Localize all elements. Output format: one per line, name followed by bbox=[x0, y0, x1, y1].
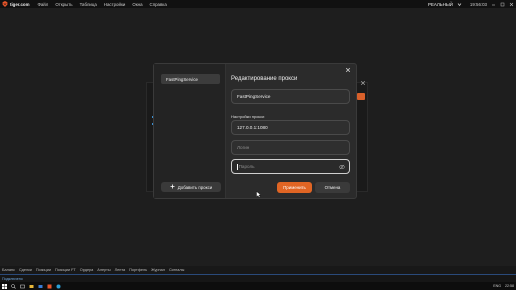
menu-file[interactable]: Файл bbox=[38, 2, 49, 7]
app-icon-3[interactable] bbox=[56, 284, 61, 289]
close-window-icon[interactable] bbox=[509, 2, 514, 7]
clock: 19:56:03 bbox=[469, 1, 487, 7]
menu-table[interactable]: Таблица bbox=[80, 2, 97, 7]
tab-orders[interactable]: Ордера bbox=[80, 268, 94, 272]
top-right-area: РЕАЛЬНЫЙ 19:56:03 bbox=[428, 0, 514, 8]
tab-signals[interactable]: Сигналы bbox=[169, 268, 184, 272]
proxy-address-field[interactable]: 127.0.0.1:1080 bbox=[231, 120, 350, 135]
task-view-icon[interactable] bbox=[20, 284, 25, 289]
search-icon[interactable] bbox=[11, 283, 16, 289]
login-field[interactable]: Логин bbox=[231, 140, 350, 155]
proxy-settings-label: Настройки прокси bbox=[231, 114, 265, 119]
bottom-tab-bar: Баланс Сделки Позиции Позиции FT Ордера … bbox=[0, 266, 516, 274]
login-placeholder: Логин bbox=[237, 145, 250, 150]
system-tray: ENG 22:58 bbox=[493, 282, 514, 290]
account-selector[interactable]: РЕАЛЬНЫЙ bbox=[428, 2, 453, 7]
menu-windows[interactable]: Окна bbox=[132, 2, 142, 7]
tab-portfolio[interactable]: Портфель bbox=[129, 268, 147, 272]
tab-journal[interactable]: Журнал bbox=[151, 268, 165, 272]
tab-positions[interactable]: Позиции bbox=[36, 268, 51, 272]
file-explorer-icon[interactable] bbox=[29, 284, 34, 289]
cancel-button[interactable]: Отмена bbox=[315, 182, 350, 193]
close-icon[interactable] bbox=[345, 67, 351, 73]
os-taskbar: ENG 22:58 bbox=[0, 282, 516, 290]
password-field[interactable]: Пароль bbox=[231, 159, 350, 174]
tab-alerts[interactable]: Алерты bbox=[97, 268, 110, 272]
mouse-cursor-icon bbox=[256, 185, 262, 203]
tray-time[interactable]: 22:58 bbox=[505, 284, 514, 288]
proxy-list-panel: FastPingService Добавить прокси bbox=[154, 64, 226, 198]
plus-icon bbox=[170, 184, 175, 191]
proxy-edit-dialog: FastPingService Добавить прокси Редактир… bbox=[153, 63, 357, 199]
proxy-name-value: FastPingService bbox=[237, 94, 271, 99]
minimize-icon[interactable] bbox=[491, 2, 496, 7]
eye-icon[interactable] bbox=[339, 164, 345, 170]
chevron-down-icon[interactable] bbox=[457, 2, 462, 7]
tab-feed[interactable]: Лента bbox=[115, 268, 126, 272]
add-proxy-label: Добавить прокси bbox=[177, 184, 213, 190]
app-icon-1[interactable] bbox=[38, 284, 43, 289]
proxy-address-value: 127.0.0.1:1080 bbox=[237, 125, 268, 130]
maximize-icon[interactable] bbox=[500, 2, 505, 7]
top-menu-bar: tiger.com Файл Открыть Таблица Настройки… bbox=[0, 0, 516, 8]
add-proxy-button[interactable]: Добавить прокси bbox=[161, 182, 221, 192]
menu-help[interactable]: Справка bbox=[150, 2, 167, 7]
dialog-title: Редактирование прокси bbox=[231, 76, 298, 82]
menu-settings[interactable]: Настройки bbox=[104, 2, 126, 7]
password-placeholder: Пароль bbox=[238, 164, 255, 169]
connection-status: Подключено bbox=[0, 274, 516, 282]
background-window-button bbox=[357, 93, 365, 100]
brand-name: tiger.com bbox=[10, 1, 30, 7]
connection-status-text: Подключено bbox=[2, 276, 23, 281]
apply-button[interactable]: Применить bbox=[277, 182, 312, 193]
background-close-icon bbox=[360, 80, 366, 88]
proxy-list-item[interactable]: FastPingService bbox=[161, 74, 220, 84]
text-caret bbox=[237, 163, 238, 170]
tray-lang[interactable]: ENG bbox=[493, 284, 501, 288]
tiger-logo-icon bbox=[2, 1, 8, 7]
tab-deals[interactable]: Сделки bbox=[19, 268, 32, 272]
tab-balance[interactable]: Баланс bbox=[2, 268, 15, 272]
proxy-name-field[interactable]: FastPingService bbox=[231, 89, 350, 104]
tab-positions-ft[interactable]: Позиции FT bbox=[55, 268, 76, 272]
menu-open[interactable]: Открыть bbox=[55, 2, 72, 7]
app-icon-2[interactable] bbox=[47, 284, 52, 289]
windows-start-icon[interactable] bbox=[2, 283, 7, 289]
